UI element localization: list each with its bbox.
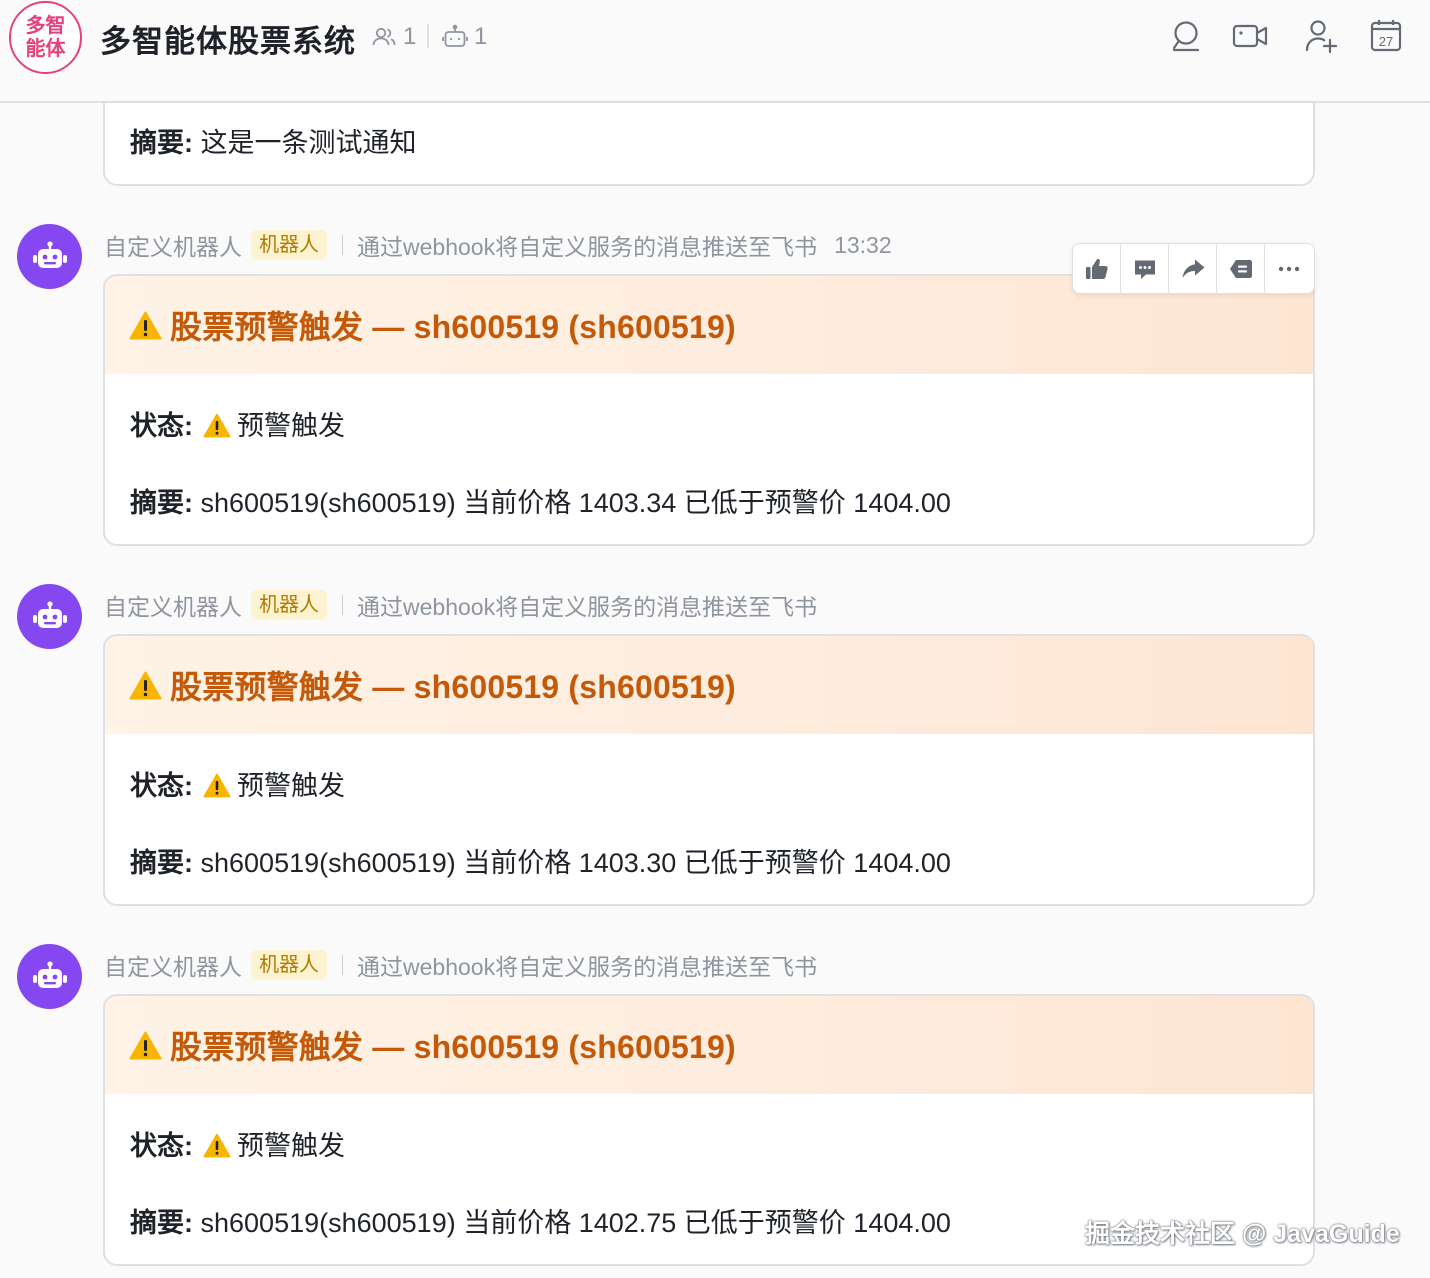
summary-key: 摘要 bbox=[130, 1208, 184, 1238]
message-time: 13:32 bbox=[834, 231, 892, 258]
summary-value: sh600519(sh600519) 当前价格 1403.34 已低于预警价 1… bbox=[200, 488, 951, 518]
calendar-day: 27 bbox=[1379, 34, 1393, 49]
member-count: 1 bbox=[403, 23, 417, 50]
group-avatar-text-line1: 多智 bbox=[25, 14, 66, 37]
sender-name[interactable]: 自定义机器人 bbox=[104, 228, 242, 262]
alert-card[interactable]: 股票预警触发 — sh600519 (sh600519) 状态: 预警触发 摘要:… bbox=[103, 274, 1315, 546]
summary-row: 摘要: sh600519(sh600519) 当前价格 1403.30 已低于预… bbox=[130, 848, 951, 878]
group-avatar[interactable]: 多智 能体 bbox=[9, 1, 82, 74]
header-divider bbox=[427, 24, 429, 48]
sender-name[interactable]: 自定义机器人 bbox=[104, 588, 242, 622]
previous-summary-row: 摘要: 这是一条测试通知 bbox=[130, 128, 417, 158]
warning-icon bbox=[203, 1133, 231, 1158]
sender-description: 通过webhook将自定义服务的消息推送至飞书 bbox=[357, 594, 818, 620]
message-meta: 自定义机器人 机器人 通过webhook将自定义服务的消息推送至飞书 13:32 bbox=[104, 228, 892, 262]
quote-icon bbox=[1229, 259, 1252, 278]
warning-icon bbox=[129, 311, 162, 339]
search-button[interactable] bbox=[1168, 18, 1204, 54]
robot-icon bbox=[32, 960, 67, 988]
group-title[interactable]: 多智能体股票系统 bbox=[100, 16, 356, 61]
previous-message-card[interactable]: 摘要: 这是一条测试通知 bbox=[103, 95, 1315, 186]
summary-value: sh600519(sh600519) 当前价格 1402.75 已低于预警价 1… bbox=[200, 1208, 951, 1238]
alert-title: 股票预警触发 — sh600519 (sh600519) bbox=[170, 309, 736, 345]
bot-icon bbox=[442, 24, 468, 47]
watermark: 掘金技术社区 @ JavaGuide bbox=[1085, 1220, 1400, 1248]
meta-divider bbox=[342, 235, 343, 255]
calendar-button[interactable]: 27 bbox=[1368, 18, 1404, 54]
robot-icon bbox=[32, 600, 67, 628]
video-call-icon bbox=[1232, 24, 1268, 48]
bot-avatar[interactable] bbox=[17, 224, 82, 289]
status-key: 状态 bbox=[130, 411, 184, 441]
warning-icon bbox=[129, 671, 162, 699]
group-avatar-text-line2: 能体 bbox=[25, 37, 66, 60]
summary-key: 摘要 bbox=[130, 128, 184, 158]
bot-badge: 机器人 bbox=[251, 230, 327, 260]
group-members-icon bbox=[372, 27, 396, 46]
status-value: 预警触发 bbox=[237, 411, 345, 441]
search-icon bbox=[1172, 21, 1200, 52]
alert-card-header: 股票预警触发 — sh600519 (sh600519) bbox=[105, 636, 1313, 734]
summary-value: 这是一条测试通知 bbox=[200, 128, 417, 158]
summary-value: sh600519(sh600519) 当前价格 1403.30 已低于预警价 1… bbox=[200, 848, 951, 878]
summary-row: 摘要: sh600519(sh600519) 当前价格 1403.34 已低于预… bbox=[130, 488, 951, 518]
sender-description: 通过webhook将自定义服务的消息推送至飞书 bbox=[357, 954, 818, 980]
bot-avatar[interactable] bbox=[17, 944, 82, 1009]
summary-row: 摘要: sh600519(sh600519) 当前价格 1402.75 已低于预… bbox=[130, 1208, 951, 1238]
message-action-toolbar bbox=[1072, 243, 1315, 294]
meta-divider bbox=[342, 955, 343, 975]
more-button[interactable] bbox=[1265, 244, 1313, 293]
bot-avatar[interactable] bbox=[17, 584, 82, 649]
status-row: 状态: 预警触发 bbox=[130, 1131, 345, 1161]
thumbs-up-icon bbox=[1085, 258, 1108, 279]
alert-title: 股票预警触发 — sh600519 (sh600519) bbox=[170, 669, 736, 705]
robot-icon bbox=[32, 240, 67, 268]
alert-card[interactable]: 股票预警触发 — sh600519 (sh600519) 状态: 预警触发 摘要:… bbox=[103, 634, 1315, 906]
status-row: 状态: 预警触发 bbox=[130, 411, 345, 441]
warning-icon bbox=[203, 773, 231, 798]
member-count-button[interactable]: 1 bbox=[371, 22, 416, 52]
quote-button[interactable] bbox=[1217, 244, 1265, 293]
sender-description: 通过webhook将自定义服务的消息推送至飞书 bbox=[357, 234, 818, 260]
bot-count-button[interactable]: 1 bbox=[442, 22, 487, 52]
bot-badge: 机器人 bbox=[251, 950, 327, 980]
message-meta: 自定义机器人 机器人 通过webhook将自定义服务的消息推送至飞书 bbox=[104, 588, 817, 622]
forward-button[interactable] bbox=[1169, 244, 1217, 293]
summary-key: 摘要 bbox=[130, 488, 184, 518]
alert-title: 股票预警触发 — sh600519 (sh600519) bbox=[170, 1029, 736, 1065]
status-value: 预警触发 bbox=[237, 1131, 345, 1161]
calendar-icon: 27 bbox=[1370, 20, 1402, 52]
chat-header: 多智 能体 多智能体股票系统 1 1 27 bbox=[0, 0, 1430, 103]
status-value: 预警触发 bbox=[237, 771, 345, 801]
forward-icon bbox=[1182, 259, 1204, 278]
more-icon bbox=[1278, 266, 1300, 271]
summary-key: 摘要 bbox=[130, 848, 184, 878]
video-call-button[interactable] bbox=[1232, 18, 1268, 54]
status-row: 状态: 预警触发 bbox=[130, 771, 345, 801]
like-button[interactable] bbox=[1073, 244, 1121, 293]
warning-icon bbox=[129, 1031, 162, 1059]
meta-divider bbox=[342, 595, 343, 615]
status-key: 状态 bbox=[130, 1131, 184, 1161]
message-meta: 自定义机器人 机器人 通过webhook将自定义服务的消息推送至飞书 bbox=[104, 948, 817, 982]
add-member-icon bbox=[1305, 20, 1338, 54]
reply-button[interactable] bbox=[1121, 244, 1169, 293]
sender-name[interactable]: 自定义机器人 bbox=[104, 948, 242, 982]
bot-count: 1 bbox=[474, 23, 488, 50]
alert-card-header: 股票预警触发 — sh600519 (sh600519) bbox=[105, 996, 1313, 1094]
bot-badge: 机器人 bbox=[251, 590, 327, 620]
warning-icon bbox=[203, 413, 231, 438]
status-key: 状态 bbox=[130, 771, 184, 801]
add-member-button[interactable] bbox=[1303, 18, 1339, 54]
reply-icon bbox=[1134, 260, 1155, 279]
